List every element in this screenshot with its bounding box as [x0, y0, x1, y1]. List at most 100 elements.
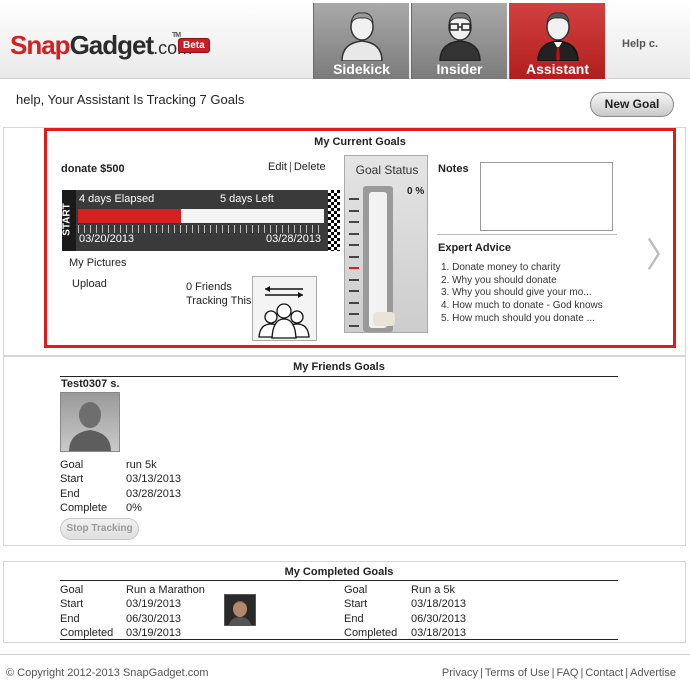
end-label: End: [344, 612, 364, 625]
completed-goal-labels: Goal Start End Completed: [344, 583, 397, 640]
delete-link[interactable]: Delete: [294, 161, 326, 173]
completed-value: 03/18/2013: [411, 626, 467, 639]
start-label: START: [61, 203, 73, 236]
advice-item[interactable]: 1. Donate money to charity: [441, 262, 603, 275]
goal-name: donate $500: [61, 163, 125, 175]
logo-gadget-text: Gadget: [69, 30, 155, 60]
notes-divider: [437, 234, 617, 235]
scale-tick: [349, 255, 359, 258]
friend-name[interactable]: Test0307 s.: [61, 378, 120, 390]
completed-goal-values: Run a 5k 03/18/2013 06/30/2013 03/18/201…: [411, 583, 466, 640]
start-label: Start: [344, 598, 368, 611]
scale-tick: [349, 324, 359, 327]
scale-tick: [349, 198, 359, 200]
goal-label: Goal: [344, 584, 368, 596]
timeline-ticks: [78, 225, 324, 233]
divider: |: [288, 161, 292, 173]
start-date: 03/20/2013: [79, 233, 135, 245]
end-label: End: [60, 487, 80, 500]
expert-advice-list: 1. Donate money to charity 2. Why you sh…: [441, 262, 603, 325]
avatar[interactable]: [60, 392, 120, 452]
completed-label: Completed: [60, 626, 114, 639]
my-pictures-link[interactable]: My Pictures: [69, 257, 126, 269]
divider: |: [551, 667, 555, 679]
edit-link[interactable]: Edit: [268, 161, 287, 173]
thermometer: [363, 186, 395, 332]
person-icon: [341, 12, 383, 61]
person-suit-icon: [537, 12, 579, 61]
start-label: Start: [60, 473, 84, 486]
elapsed-text: 4 days Elapsed: [79, 193, 155, 205]
start-value: 03/19/2013: [126, 598, 182, 611]
friends-share-button[interactable]: [252, 276, 317, 341]
person-glasses-icon: [439, 12, 481, 61]
tab-insider-label: Insider: [436, 61, 483, 77]
tab-assistant[interactable]: Assistant: [509, 3, 605, 79]
advice-item[interactable]: 3. Why you should give your mo...: [441, 287, 603, 300]
help-menu[interactable]: Help c.: [622, 38, 658, 50]
next-arrow-icon[interactable]: 〉: [646, 228, 680, 277]
tab-insider[interactable]: Insider: [411, 3, 507, 79]
site-header: SnapGadget.com TM Beta Sidekick Insider: [0, 0, 690, 79]
end-label: End: [60, 612, 80, 625]
friend-goal-labels: Goal Start End Complete: [60, 458, 107, 515]
scale-tick: [349, 267, 359, 269]
footer-link-contact[interactable]: Contact: [585, 667, 623, 679]
completed-goals-title: My Completed Goals: [284, 566, 394, 578]
notes-label: Notes: [438, 163, 469, 175]
tab-sidekick[interactable]: Sidekick: [313, 3, 409, 79]
goal-actions: Edit | Delete: [268, 161, 326, 173]
end-value: 06/30/2013: [411, 612, 467, 625]
scale-tick: [349, 244, 359, 246]
end-date: 03/28/2013: [266, 233, 322, 245]
completed-goal-photo[interactable]: [224, 594, 256, 626]
goal-status-gauge: Goal Status 0 %: [344, 155, 428, 333]
goal-status-percent: 0 %: [407, 186, 425, 197]
thermometer-tube: [369, 192, 395, 328]
goal-value: run 5k: [126, 459, 157, 471]
advice-item[interactable]: 4. How much to donate - God knows: [441, 300, 603, 313]
completed-goal-labels: Goal Start End Completed: [60, 583, 113, 640]
finish-flag-icon: [328, 190, 340, 251]
goal-status-title: Goal Status: [355, 163, 419, 177]
tab-sidekick-label: Sidekick: [333, 61, 390, 77]
progress-track: [78, 209, 324, 223]
beta-badge: Beta: [178, 38, 210, 53]
friends-goals-title: My Friends Goals: [293, 361, 385, 373]
friends-tracking-count: 0 Friends: [186, 281, 232, 293]
goal-timeline: START 4 days Elapsed 5 days Left 03/20/2…: [62, 190, 340, 251]
copyright-text: © Copyright 2012-2013 SnapGadget.com: [6, 667, 209, 679]
footer-link-privacy[interactable]: Privacy: [442, 667, 478, 679]
logo-snap-text: Snap: [10, 30, 71, 60]
stop-tracking-button[interactable]: Stop Tracking: [60, 518, 139, 540]
complete-value: 0%: [126, 501, 142, 514]
footer-link-faq[interactable]: FAQ: [556, 667, 578, 679]
new-goal-button[interactable]: New Goal: [590, 92, 674, 117]
divider: |: [479, 667, 483, 679]
friends-tracking-suffix: Tracking This: [186, 295, 252, 307]
advice-item[interactable]: 2. Why you should donate: [441, 275, 603, 288]
footer-divider: [0, 654, 690, 655]
scale-tick: [349, 221, 359, 223]
friends-group-icon: [258, 286, 310, 339]
person-photo-icon: [225, 595, 255, 625]
completed-goals-rule: [60, 580, 618, 581]
divider: |: [625, 667, 629, 679]
logo[interactable]: SnapGadget.com TM: [10, 30, 192, 61]
footer-link-advertise[interactable]: Advertise: [630, 667, 676, 679]
friend-goal-values: run 5k 03/13/2013 03/28/2013 0%: [126, 458, 181, 515]
start-value: 03/18/2013: [411, 598, 467, 611]
completed-label: Completed: [344, 626, 398, 639]
friends-goals-rule: [60, 376, 618, 377]
start-label: Start: [60, 598, 84, 611]
start-value: 03/13/2013: [126, 473, 182, 486]
notes-textarea[interactable]: [480, 162, 613, 231]
completed-goal-values: Run a Marathon 03/19/2013 06/30/2013 03/…: [126, 583, 205, 640]
upload-link[interactable]: Upload: [72, 278, 107, 290]
tracking-summary: help, Your Assistant Is Tracking 7 Goals: [16, 92, 245, 107]
advice-item[interactable]: 5. How much should you donate ...: [441, 313, 603, 326]
scale-tick: [349, 278, 359, 281]
footer-link-terms[interactable]: Terms of Use: [485, 667, 550, 679]
end-value: 03/28/2013: [126, 487, 182, 500]
current-goals-title: My Current Goals: [314, 136, 406, 148]
